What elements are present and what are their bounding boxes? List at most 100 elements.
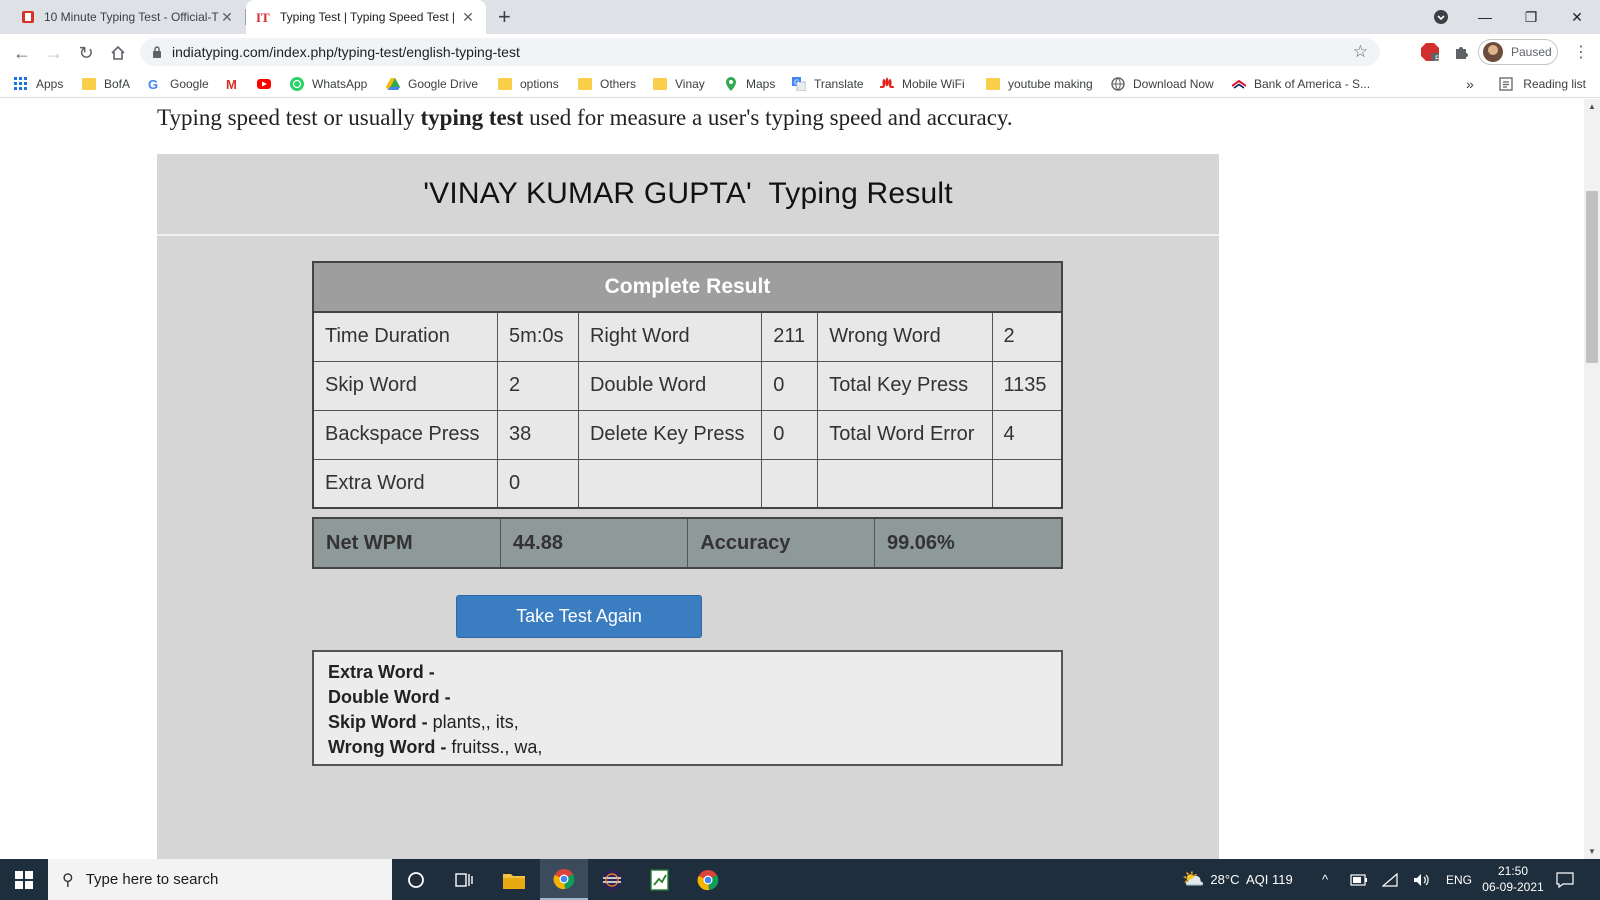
editor-app-icon[interactable] (636, 859, 684, 900)
page-viewport: Typing speed test or usually typing test… (0, 99, 1584, 859)
net-wpm-value: 44.88 (499, 517, 689, 569)
chrome-taskbar-icon[interactable] (540, 859, 588, 900)
tab-strip: 10 Minute Typing Test - Official-T ✕ IT … (0, 0, 1600, 34)
close-tab-icon[interactable]: ✕ (219, 9, 235, 26)
tab-typing-test-official[interactable]: 10 Minute Typing Test - Official-T ✕ (10, 0, 245, 34)
adblock-extension-icon[interactable]: 5 (1420, 42, 1440, 64)
restore-icon[interactable]: ❐ (1508, 0, 1554, 34)
bookmark-label: Vinay (675, 77, 705, 91)
reading-list[interactable]: Reading list (1499, 70, 1586, 98)
home-icon[interactable] (106, 41, 130, 65)
svg-text:G: G (794, 80, 799, 87)
word-details-box: Extra Word - Double Word - Skip Word - p… (312, 650, 1063, 766)
bookmark-star-icon[interactable]: ☆ (1353, 42, 1368, 62)
tab-typing-speed-test[interactable]: IT Typing Test | Typing Speed Test | ✕ (246, 0, 486, 34)
more-bookmarks-icon[interactable]: » (1466, 70, 1474, 98)
network-icon[interactable] (1382, 859, 1400, 900)
clock[interactable]: 21:50 06-09-2021 (1478, 863, 1548, 895)
stat-label: Skip Word (312, 360, 499, 411)
close-tab-icon[interactable]: ✕ (460, 9, 476, 26)
bookmark-apps[interactable]: Apps (14, 70, 63, 98)
url-text: indiatyping.com/index.php/typing-test/en… (172, 44, 520, 60)
search-icon: ⚲ (62, 871, 74, 889)
minimize-icon[interactable]: — (1462, 0, 1508, 34)
back-icon[interactable]: ← (10, 41, 34, 65)
puzzle-extensions-icon[interactable] (1451, 42, 1471, 62)
google-drive-icon (386, 78, 400, 90)
taskbar-search-box[interactable]: ⚲ Type here to search (48, 859, 392, 900)
indiatyping-favicon-icon: IT (256, 10, 270, 25)
tab-title: 10 Minute Typing Test - Official-T (44, 10, 219, 24)
stat-label: Time Duration (312, 311, 499, 362)
language-indicator[interactable]: ENG (1446, 859, 1472, 900)
translate-icon: G (792, 77, 806, 91)
address-bar[interactable]: indiatyping.com/index.php/typing-test/en… (140, 38, 1380, 66)
more-menu-icon[interactable]: ⋮ (1573, 42, 1589, 62)
bookmark-label: Bank of America - S... (1254, 77, 1371, 91)
folder-icon (578, 78, 592, 90)
stat-label: Double Word (577, 360, 763, 411)
windows-start-icon[interactable] (0, 859, 48, 900)
gmail-icon: M (226, 77, 237, 92)
stat-label (817, 458, 993, 509)
notifications-icon[interactable] (1556, 859, 1574, 900)
bookmark-youtube-making[interactable]: youtube making (986, 70, 1093, 98)
folder-icon (986, 78, 1000, 90)
reload-icon[interactable]: ↻ (74, 41, 98, 65)
bookmark-maps[interactable]: Maps (724, 70, 775, 98)
google-icon: G (148, 77, 159, 92)
bookmark-google[interactable]: G Google (148, 70, 209, 98)
tab-search-icon[interactable] (1418, 0, 1464, 34)
eclipse-icon[interactable] (588, 859, 636, 900)
scroll-down-icon[interactable]: ▼ (1588, 847, 1596, 856)
reading-list-label: Reading list (1523, 77, 1586, 91)
bookmark-google-drive[interactable]: Google Drive (386, 70, 478, 98)
bookmark-label: Mobile WiFi (902, 77, 965, 91)
bookmark-whatsapp[interactable]: WhatsApp (290, 70, 367, 98)
table-row: Extra Word 0 (312, 458, 1063, 509)
stat-value: 2 (991, 311, 1063, 362)
battery-icon[interactable] (1350, 859, 1368, 900)
take-test-again-button[interactable]: Take Test Again (456, 595, 702, 638)
bank-of-america-icon (1232, 79, 1246, 89)
folder-icon (82, 78, 96, 90)
volume-icon[interactable] (1413, 859, 1431, 900)
tab-title: Typing Test | Typing Speed Test | (280, 10, 456, 24)
cortana-icon[interactable] (392, 859, 440, 900)
detail-line: Skip Word - plants,, its, (328, 712, 519, 732)
close-window-icon[interactable]: ✕ (1554, 0, 1600, 34)
bookmark-label: Google Drive (408, 77, 479, 91)
detail-line: Wrong Word - fruitss., wa, (328, 737, 543, 757)
bookmark-download-now[interactable]: Download Now (1111, 70, 1214, 98)
file-explorer-icon[interactable] (490, 859, 538, 900)
vertical-scrollbar[interactable]: ▲ ▼ (1584, 99, 1600, 859)
lock-icon (153, 46, 161, 58)
scrollbar-thumb[interactable] (1586, 191, 1598, 363)
table-row: Skip Word 2 Double Word 0 Total Key Pres… (312, 360, 1063, 411)
table-header: Complete Result (312, 261, 1063, 313)
scroll-up-icon[interactable]: ▲ (1588, 102, 1596, 111)
show-hidden-icons-icon[interactable]: ^ (1322, 859, 1328, 900)
bookmark-vinay[interactable]: Vinay (653, 70, 705, 98)
bookmark-bank-of-america[interactable]: Bank of America - S... (1232, 70, 1370, 98)
weather-widget[interactable]: ⛅ 28°C AQI 119 (1182, 859, 1293, 900)
bookmark-translate[interactable]: G Translate (792, 70, 864, 98)
stat-value: 0 (761, 360, 819, 411)
bookmark-mobile-wifi[interactable]: Mobile WiFi (880, 70, 965, 98)
bookmark-youtube[interactable] (257, 70, 279, 98)
clock-date: 06-09-2021 (1482, 880, 1544, 894)
profile-button[interactable]: Paused (1478, 39, 1558, 65)
bookmark-bofa[interactable]: BofA (82, 70, 130, 98)
result-panel: 'VINAY KUMAR GUPTA' Typing Result Comple… (157, 154, 1219, 859)
forward-icon[interactable]: → (42, 41, 66, 65)
table-row: Time Duration 5m:0s Right Word 211 Wrong… (312, 311, 1063, 362)
chrome-second-icon[interactable] (684, 859, 732, 900)
folder-icon (498, 78, 512, 90)
net-wpm-label: Net WPM (312, 517, 501, 569)
bookmark-options[interactable]: options (498, 70, 559, 98)
bookmark-others[interactable]: Others (578, 70, 636, 98)
task-view-icon[interactable] (440, 859, 488, 900)
bookmark-gmail[interactable]: M (226, 70, 248, 98)
youtube-icon (257, 79, 271, 89)
new-tab-icon[interactable]: + (498, 4, 511, 30)
